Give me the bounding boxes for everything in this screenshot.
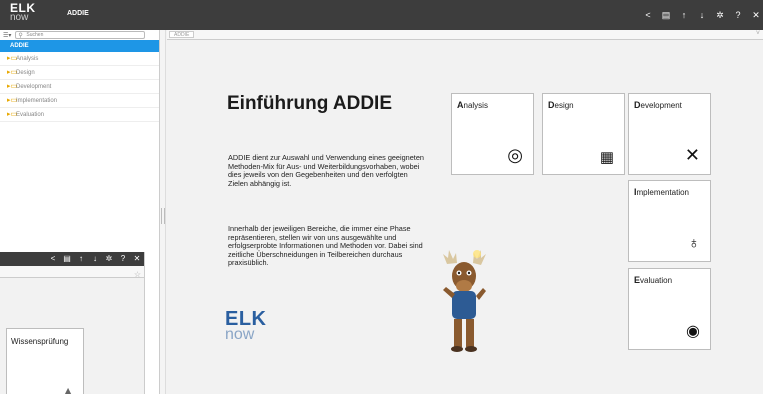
target-icon: ◎ — [507, 145, 523, 165]
tree-item-evaluation[interactable]: ▸▭ Evaluation — [0, 108, 159, 122]
folder-icon: ▸▭ — [7, 55, 18, 62]
close-icon[interactable]: ✕ — [751, 9, 761, 21]
tree-item-design[interactable]: ▸▭ Design — [0, 66, 159, 80]
moose-mascot-image — [443, 250, 486, 352]
folder-icon: ▸▭ — [7, 97, 18, 104]
brand-logo: ELK now — [225, 308, 267, 343]
tree-item-label: Evaluation — [16, 112, 45, 118]
tree-item-label: Analysis — [16, 56, 39, 62]
tree-item-analysis[interactable]: ▸▭ Analysis — [0, 52, 159, 66]
app-logo[interactable]: ELK now — [10, 2, 36, 23]
card-title: Design — [548, 100, 574, 110]
gear-icon[interactable]: ✲ — [715, 9, 725, 21]
help-icon[interactable]: ? — [119, 254, 127, 263]
share-icon[interactable]: < — [643, 9, 653, 21]
card-title: Implementation — [634, 187, 689, 197]
card-title: Evaluation — [634, 275, 673, 285]
splitter-grip-icon[interactable] — [161, 208, 165, 224]
chevron-down-icon[interactable]: ˅ — [756, 30, 760, 37]
folder-icon: ▸▭ — [7, 111, 18, 118]
brand-logo-top: ELK — [225, 308, 267, 330]
lightbulb-icon: ♁ — [688, 235, 700, 252]
notes-icon[interactable]: ▤ — [63, 254, 71, 263]
folder-icon: ▸▭ — [7, 83, 18, 90]
top-bar: ELK now ADDIE < ▤ ↑ ↓ ✲ ? ✕ — [0, 0, 763, 30]
card-title: Wissensprüfung — [11, 337, 69, 346]
details-paragraph: Innerhalb der jeweiligen Bereiche, die i… — [228, 224, 423, 268]
tools-icon: ✕ — [684, 145, 700, 165]
folder-icon: ▸▭ — [7, 69, 18, 76]
card-development[interactable]: Development ✕ — [628, 93, 711, 175]
share-icon[interactable]: < — [49, 254, 57, 263]
breadcrumb[interactable]: ADDIE — [169, 31, 195, 38]
grid-sketch-icon: ▦ — [599, 149, 614, 166]
notes-icon[interactable]: ▤ — [661, 9, 671, 21]
card-implementation[interactable]: Implementation ♁ — [628, 180, 711, 262]
page-title: Einführung ADDIE — [227, 93, 392, 114]
tree-item-label: Implementation — [16, 98, 58, 104]
page-content: Einführung ADDIE ADDIE dient zur Auswahl… — [167, 41, 763, 394]
star-icon[interactable]: ☆ — [134, 270, 141, 279]
arrow-down-icon[interactable]: ↓ — [91, 254, 99, 263]
search-placeholder: Suchen — [26, 32, 44, 38]
arrow-up-icon[interactable]: ↑ — [679, 9, 689, 21]
graduation-cap-icon: ▲ — [61, 383, 75, 394]
intro-paragraph: ADDIE dient zur Auswahl und Verwendung e… — [228, 153, 424, 188]
help-icon[interactable]: ? — [733, 9, 743, 21]
window-title: ADDIE — [67, 10, 89, 17]
arrow-up-icon[interactable]: ↑ — [77, 254, 85, 263]
window-toolbar: < ▤ ↑ ↓ ✲ ? ✕ — [643, 9, 761, 21]
gear-icon[interactable]: ✲ — [105, 254, 113, 263]
search-input[interactable]: ⚲ Suchen — [15, 31, 146, 39]
card-wissenspruefung[interactable]: Wissensprüfung ▲ — [6, 328, 84, 394]
tree-item-development[interactable]: ▸▭ Development — [0, 80, 159, 94]
tree-options-icon[interactable]: ☰▾ — [3, 32, 11, 39]
sidebar-toolbar: ☰▾ ⚲ Suchen — [0, 30, 159, 40]
secondary-window: < ▤ ↑ ↓ ✲ ? ✕ ☆ Wissensprüfung ▲ — [0, 252, 145, 394]
breadcrumb-bar: ADDIE ˅ — [167, 30, 763, 40]
search-icon: ⚲ — [18, 33, 23, 39]
secondary-top-bar: < ▤ ↑ ↓ ✲ ? ✕ — [0, 252, 144, 266]
tree-item-implementation[interactable]: ▸▭ Implementation — [0, 94, 159, 108]
close-icon[interactable]: ✕ — [133, 254, 141, 263]
eye-icon: ◉ — [686, 323, 700, 340]
arrow-down-icon[interactable]: ↓ — [697, 9, 707, 21]
card-title: Analysis — [457, 100, 488, 110]
tree-root-addie[interactable]: ADDIE — [0, 40, 159, 52]
secondary-breadcrumb-bar — [0, 266, 144, 278]
card-title: Development — [634, 100, 682, 110]
card-analysis[interactable]: Analysis ◎ — [451, 93, 534, 175]
card-design[interactable]: Design ▦ — [542, 93, 625, 175]
tree-item-label: Design — [16, 70, 35, 76]
card-evaluation[interactable]: Evaluation ◉ — [628, 268, 711, 350]
secondary-toolbar: < ▤ ↑ ↓ ✲ ? ✕ — [49, 254, 141, 263]
tree-item-label: Development — [16, 84, 52, 90]
